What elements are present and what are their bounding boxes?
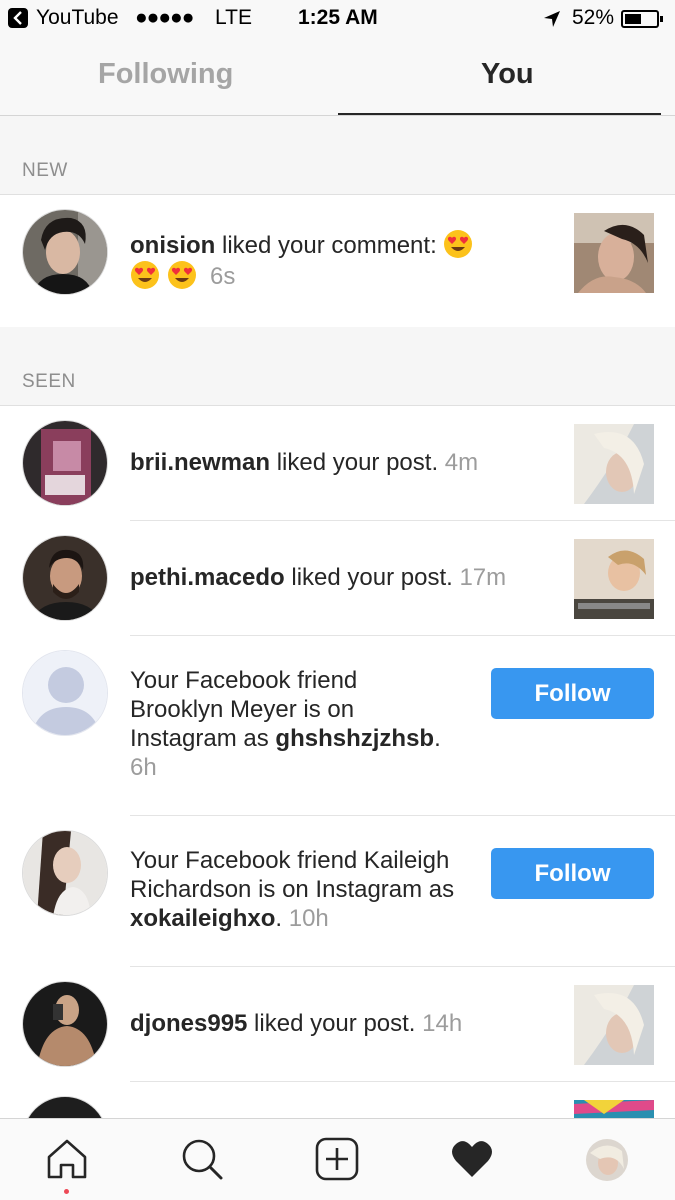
section-title: NEW — [22, 160, 68, 181]
notification-text: djones995 liked your post. 14h — [130, 1010, 463, 1037]
notification-row[interactable]: djones995 liked your post. 14h — [0, 967, 675, 1082]
notification-text: Your Facebook friend Kaileigh Richardson… — [130, 847, 455, 932]
activity-tabs: Following You — [0, 38, 675, 116]
notification-row[interactable]: Your Facebook friend Brooklyn Meyer is o… — [0, 636, 675, 816]
bottom-navigation — [0, 1118, 675, 1200]
avatar[interactable] — [22, 209, 108, 295]
battery-percentage: 52% — [572, 6, 615, 29]
notification-dot — [64, 1189, 69, 1194]
signal-strength-icon: ●●●●● — [135, 6, 194, 29]
notification-time: 6s — [210, 263, 236, 290]
notification-username[interactable]: ghshshzjzhsb — [275, 725, 434, 752]
section-header-new: NEW — [0, 116, 675, 195]
notification-text: onision liked your comment: 6s — [130, 229, 510, 291]
battery-icon — [621, 10, 663, 28]
home-icon[interactable] — [45, 1137, 89, 1181]
location-arrow-icon — [544, 11, 560, 27]
notification-time: 6h — [130, 754, 157, 781]
default-avatar-icon[interactable] — [22, 650, 108, 736]
section-title: SEEN — [22, 371, 76, 392]
post-thumbnail[interactable] — [574, 213, 654, 293]
back-to-app-icon[interactable] — [8, 8, 28, 28]
notification-username[interactable]: brii.newman — [130, 449, 270, 476]
post-thumbnail[interactable] — [574, 539, 654, 619]
activity-heart-icon[interactable] — [450, 1137, 494, 1181]
add-post-icon[interactable] — [315, 1137, 359, 1181]
notification-username[interactable]: onision — [130, 232, 215, 259]
notification-username[interactable]: pethi.macedo — [130, 564, 285, 591]
tab-you[interactable]: You — [481, 58, 534, 91]
notification-time: 10h — [288, 905, 329, 932]
notification-text: brii.newman liked your post. 4m — [130, 449, 479, 476]
follow-button[interactable]: Follow — [491, 668, 654, 719]
heart-eyes-emoji-icon — [131, 261, 159, 289]
notification-row[interactable]: Your Facebook friend Kaileigh Richardson… — [0, 816, 675, 967]
notification-time: 14h — [422, 1010, 463, 1037]
avatar[interactable] — [22, 1096, 108, 1118]
avatar[interactable] — [22, 420, 108, 506]
heart-eyes-emoji-icon — [444, 230, 473, 258]
clock: 1:25 AM — [298, 6, 378, 29]
notification-text: Your Facebook friend Brooklyn Meyer is o… — [130, 667, 441, 781]
notification-username[interactable]: xokaileighxo — [130, 905, 275, 932]
notification-time: 4m — [444, 449, 479, 476]
back-to-app-label[interactable]: YouTube — [36, 6, 119, 30]
avatar[interactable] — [22, 981, 108, 1067]
active-tab-indicator — [338, 113, 661, 115]
post-thumbnail[interactable] — [574, 1100, 654, 1118]
notification-text: pethi.macedo liked your post. 17m — [130, 564, 507, 591]
section-header-seen: SEEN — [0, 327, 675, 406]
post-thumbnail[interactable] — [574, 985, 654, 1065]
post-thumbnail[interactable] — [574, 424, 654, 504]
avatar[interactable] — [22, 830, 108, 916]
notification-row[interactable] — [0, 1082, 675, 1118]
tab-following[interactable]: Following — [98, 58, 233, 91]
follow-button[interactable]: Follow — [491, 848, 654, 899]
notification-username[interactable]: djones995 — [130, 1010, 247, 1037]
search-icon[interactable] — [180, 1137, 224, 1181]
notification-row[interactable]: pethi.macedo liked your post. 17m — [0, 521, 675, 636]
profile-avatar[interactable] — [586, 1139, 628, 1181]
status-bar: YouTube ●●●●● LTE 1:25 AM 52% — [0, 0, 675, 38]
carrier-label: LTE — [215, 6, 252, 29]
heart-eyes-emoji-icon — [167, 261, 196, 289]
notification-time: 17m — [459, 564, 507, 591]
avatar[interactable] — [22, 535, 108, 621]
notification-row[interactable]: onision liked your comment: 6s — [0, 195, 675, 327]
notification-row[interactable]: brii.newman liked your post. 4m — [0, 406, 675, 521]
